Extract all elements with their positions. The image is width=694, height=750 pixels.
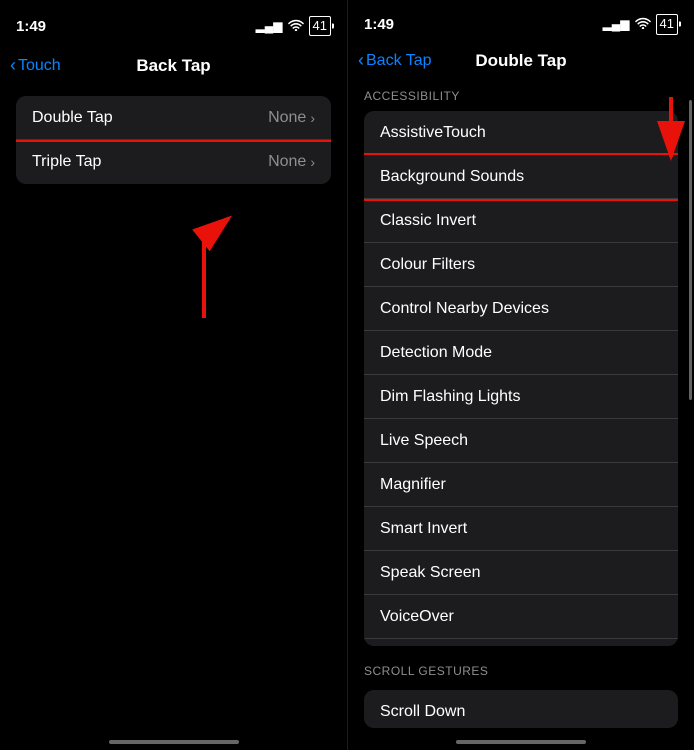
live-speech-label: Live Speech: [380, 432, 468, 450]
live-speech-item[interactable]: Live Speech: [364, 419, 678, 463]
left-arrow: [0, 192, 347, 328]
triple-tap-value: None ›: [268, 153, 315, 171]
assistive-touch-label: AssistiveTouch: [380, 124, 486, 142]
scroll-down-label: Scroll Down: [380, 703, 465, 721]
control-nearby-devices-label: Control Nearby Devices: [380, 300, 549, 318]
right-arrow: [656, 92, 686, 177]
right-home-indicator: [348, 728, 694, 750]
scroll-gestures-header: SCROLL GESTURES: [348, 656, 694, 682]
speak-screen-item[interactable]: Speak Screen: [364, 551, 678, 595]
detection-mode-label: Detection Mode: [380, 344, 492, 362]
right-status-icons: ▂▄▆ 41: [603, 14, 678, 34]
left-home-indicator: [0, 726, 347, 750]
right-list-section: AssistiveTouch Background Sounds Classic…: [364, 111, 678, 646]
scroll-down-item[interactable]: Scroll Down: [364, 690, 678, 728]
right-back-button[interactable]: ‹ Back Tap: [358, 51, 432, 71]
double-tap-chevron: ›: [310, 110, 315, 126]
right-back-chevron: ‹: [358, 50, 364, 71]
dim-flashing-lights-label: Dim Flashing Lights: [380, 388, 521, 406]
background-sounds-item[interactable]: Background Sounds: [364, 155, 678, 199]
left-nav-bar: ‹ Touch Back Tap: [0, 44, 347, 88]
voiceover-label: VoiceOver: [380, 608, 454, 626]
left-time: 1:49: [16, 18, 46, 35]
voiceover-item[interactable]: VoiceOver: [364, 595, 678, 639]
left-back-label: Touch: [18, 57, 61, 75]
right-signal-icon: ▂▄▆: [603, 17, 630, 31]
left-list-section: Double Tap None › Triple Tap None ›: [16, 96, 331, 184]
right-scrollbar[interactable]: [689, 100, 692, 400]
triple-tap-label: Triple Tap: [32, 153, 101, 171]
magnifier-label: Magnifier: [380, 476, 446, 494]
left-nav-title: Back Tap: [136, 56, 210, 76]
detection-mode-item[interactable]: Detection Mode: [364, 331, 678, 375]
right-panel: 1:49 ▂▄▆ 41 ‹ Back Tap Double Tap: [347, 0, 694, 750]
colour-filters-label: Colour Filters: [380, 256, 475, 274]
right-home-bar: [456, 740, 586, 744]
right-back-label: Back Tap: [366, 52, 432, 70]
left-panel: 1:49 ▂▄▆ 41 ‹ Touch Back Tap: [0, 0, 347, 750]
right-time: 1:49: [364, 16, 394, 33]
triple-tap-chevron: ›: [310, 154, 315, 170]
speak-screen-label: Speak Screen: [380, 564, 481, 582]
double-tap-item[interactable]: Double Tap None ›: [16, 96, 331, 140]
right-wifi-icon: [635, 17, 651, 32]
zoom-item[interactable]: Zoom: [364, 639, 678, 646]
left-back-button[interactable]: ‹ Touch: [10, 56, 61, 76]
triple-tap-item[interactable]: Triple Tap None ›: [16, 140, 331, 184]
dim-flashing-lights-item[interactable]: Dim Flashing Lights: [364, 375, 678, 419]
left-back-chevron: ‹: [10, 55, 16, 76]
background-sounds-label: Background Sounds: [380, 168, 524, 186]
magnifier-item[interactable]: Magnifier: [364, 463, 678, 507]
battery-icon: 41: [309, 16, 331, 36]
right-nav-bar: ‹ Back Tap Double Tap: [348, 41, 694, 81]
classic-invert-label: Classic Invert: [380, 212, 476, 230]
left-status-bar: 1:49 ▂▄▆ 41: [0, 0, 347, 44]
wifi-icon: [288, 19, 304, 34]
right-battery-icon: 41: [656, 14, 678, 34]
accessibility-section-header: ACCESSIBILITY: [348, 81, 694, 107]
smart-invert-label: Smart Invert: [380, 520, 467, 538]
assistive-touch-item[interactable]: AssistiveTouch: [364, 111, 678, 155]
left-home-bar: [109, 740, 239, 744]
scroll-down-section: Scroll Down: [364, 690, 678, 728]
right-status-bar: 1:49 ▂▄▆ 41: [348, 0, 694, 41]
classic-invert-item[interactable]: Classic Invert: [364, 199, 678, 243]
control-nearby-devices-item[interactable]: Control Nearby Devices: [364, 287, 678, 331]
double-tap-value: None ›: [268, 109, 315, 127]
double-tap-label: Double Tap: [32, 109, 113, 127]
right-nav-title: Double Tap: [475, 51, 566, 71]
signal-icon: ▂▄▆: [256, 19, 283, 33]
colour-filters-item[interactable]: Colour Filters: [364, 243, 678, 287]
left-status-icons: ▂▄▆ 41: [256, 16, 331, 36]
smart-invert-item[interactable]: Smart Invert: [364, 507, 678, 551]
